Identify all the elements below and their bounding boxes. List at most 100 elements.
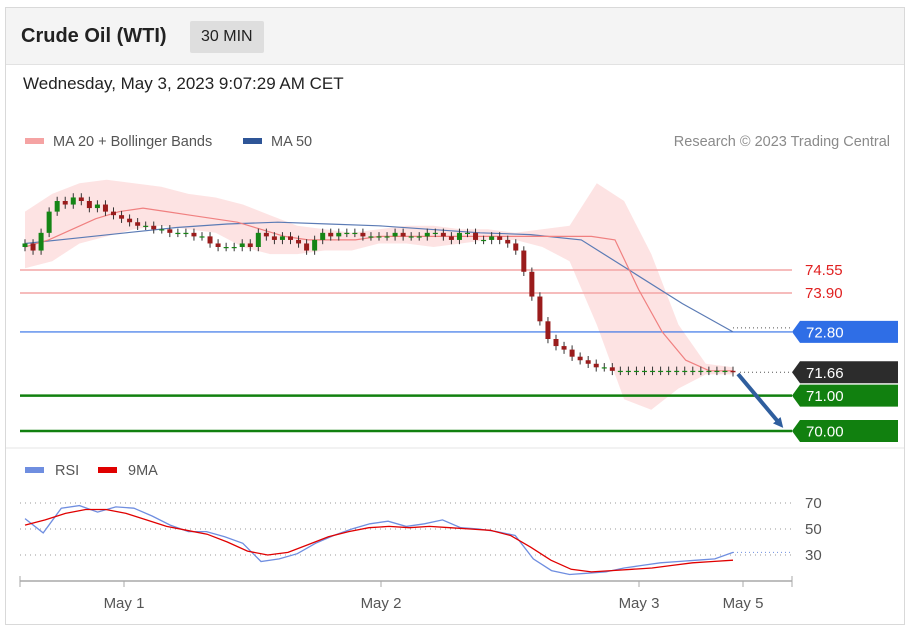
candle-body <box>577 356 583 361</box>
rsi-legend-label: RSI <box>55 463 79 479</box>
candle-body <box>456 232 462 240</box>
level-tag-label: 72.80 <box>806 324 844 341</box>
ma20-legend-label: MA 20 + Bollinger Bands <box>53 134 212 150</box>
candle-body <box>296 239 302 244</box>
candle-body <box>400 232 406 237</box>
forecast-arrow <box>736 372 784 428</box>
candle-body <box>352 232 358 235</box>
candle-body <box>658 370 664 373</box>
candle-body <box>167 229 173 233</box>
candle-body <box>279 236 285 240</box>
candle-body <box>601 367 607 369</box>
ma9-legend-swatch <box>98 467 117 473</box>
candle-body <box>191 232 197 237</box>
candle-body <box>271 236 277 240</box>
candle-body <box>473 232 479 240</box>
candle-body <box>344 232 350 235</box>
candle-body <box>127 218 133 223</box>
candle-body <box>497 236 503 240</box>
candle-body <box>505 239 511 244</box>
candle-body <box>690 370 696 373</box>
candle-body <box>143 225 149 227</box>
candle-body <box>223 247 229 249</box>
candle-body <box>199 236 205 238</box>
ma20-legend-swatch <box>25 138 44 144</box>
candle-body <box>424 232 430 237</box>
rsi-tick-label: 50 <box>805 521 822 538</box>
rsi-panel: 70 50 30 <box>20 495 822 576</box>
candle-body <box>328 232 334 237</box>
candle-body <box>312 239 318 251</box>
candle-body <box>537 296 543 322</box>
candle-body <box>111 211 116 216</box>
candle-body <box>255 232 261 247</box>
candle-body <box>46 211 52 233</box>
price-chart: MA 20 + Bollinger Bands MA 50 Research ©… <box>6 134 904 612</box>
candle-body <box>94 204 100 209</box>
candle-body <box>408 236 414 238</box>
candle-body <box>617 370 623 373</box>
candle-body <box>633 370 639 373</box>
candle-body <box>465 232 470 235</box>
candle-body <box>231 247 237 249</box>
candle-body <box>207 236 213 244</box>
bollinger-band-area <box>25 179 733 410</box>
rsi-series <box>24 504 734 576</box>
candle-body <box>86 201 92 209</box>
candle-body <box>625 370 631 373</box>
candle-body <box>585 360 591 364</box>
candle-body <box>78 197 84 201</box>
candle-body <box>30 243 36 251</box>
candle-body <box>666 370 672 373</box>
candle-body <box>674 370 680 373</box>
ma9-series <box>24 508 734 573</box>
candle-body <box>102 204 108 212</box>
candle-body <box>183 232 189 235</box>
candle-body <box>159 229 165 231</box>
candle-body <box>304 243 310 251</box>
resistance-value-label: 74.55 <box>805 262 843 279</box>
candle-body <box>609 367 615 371</box>
candle-body <box>730 370 736 373</box>
candle-body <box>376 236 382 238</box>
candle-body <box>54 201 60 212</box>
credit-label: Research © 2023 Trading Central <box>674 134 890 150</box>
candle-body <box>62 201 68 205</box>
ma9-legend-label: 9MA <box>128 463 158 479</box>
candle-body <box>432 232 438 235</box>
candle-body <box>714 370 720 373</box>
ma50-legend-swatch <box>243 138 262 144</box>
level-tag-label: 71.00 <box>806 388 844 405</box>
candle-body <box>561 346 567 350</box>
candle-body <box>336 232 342 237</box>
rsi-tick-label: 70 <box>805 495 822 512</box>
candle-body <box>135 222 141 226</box>
candle-body <box>521 250 527 272</box>
level-tag-label: 71.66 <box>806 365 844 382</box>
x-axis: May 1 May 2 May 3 May 5 <box>19 576 793 612</box>
candle-body <box>545 321 551 339</box>
candle-body <box>642 370 647 373</box>
candle-body <box>151 225 157 230</box>
candle-body <box>722 370 728 373</box>
candle-body <box>38 232 44 251</box>
candle-body <box>288 236 293 240</box>
candle-body <box>360 232 366 237</box>
candle-body <box>247 243 253 247</box>
candle-body <box>448 236 454 240</box>
candle-body <box>215 243 221 247</box>
candle-body <box>440 232 446 237</box>
candle-body <box>489 236 495 240</box>
ma50-legend-label: MA 50 <box>271 134 312 150</box>
candle-body <box>384 236 390 238</box>
level-tags: 74.55 73.90 72.80 71.66 71.00 70.00 <box>792 262 898 442</box>
candle-body <box>698 370 704 373</box>
candle-body <box>70 197 76 205</box>
rsi-legend-swatch <box>25 467 44 473</box>
x-tick-label: May 5 <box>723 595 764 612</box>
x-tick-label: May 2 <box>361 595 402 612</box>
candle-body <box>368 236 374 238</box>
candle-body <box>320 232 326 240</box>
candle-body <box>682 370 688 373</box>
x-tick-label: May 3 <box>619 595 660 612</box>
